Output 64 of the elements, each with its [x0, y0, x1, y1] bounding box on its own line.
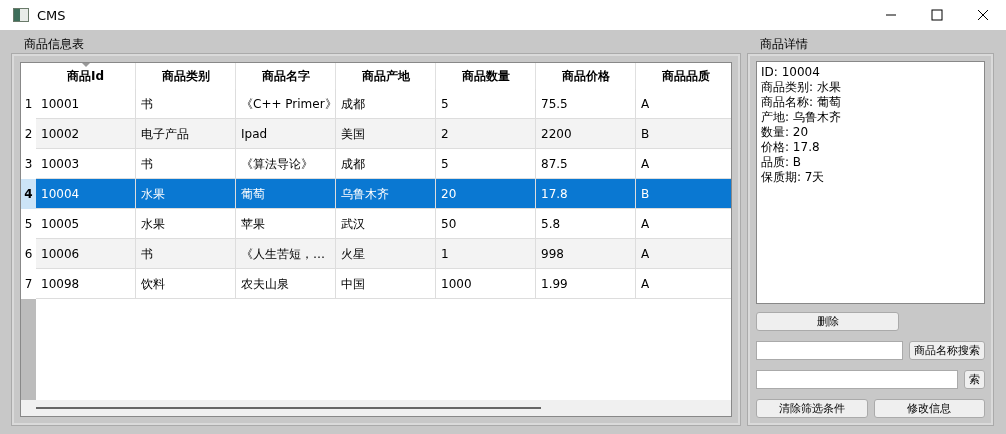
table-cell: 火星: [336, 239, 436, 269]
column-header[interactable]: 商品品质: [636, 63, 731, 89]
table-cell: 电子产品: [136, 119, 236, 149]
row-header[interactable]: 7: [21, 269, 36, 299]
row-header[interactable]: 1: [21, 89, 36, 119]
table-cell: 书: [136, 239, 236, 269]
table-cell: 10006: [36, 239, 136, 269]
table-cell: B: [636, 119, 731, 149]
column-header[interactable]: 商品价格: [536, 63, 636, 89]
row-header[interactable]: 5: [21, 209, 36, 239]
detail-line: 产地: 乌鲁木齐: [761, 110, 842, 125]
app-icon: [13, 8, 29, 22]
table-cell: 《人生苦短，…: [236, 239, 336, 269]
detail-line: 数量: 20: [761, 125, 810, 140]
table-cell: 10098: [36, 269, 136, 299]
table-cell: 17.8: [536, 179, 636, 209]
delete-button[interactable]: 删除: [756, 312, 899, 331]
table-cell: 乌鲁木齐: [336, 179, 436, 209]
table-cell: 2: [436, 119, 536, 149]
search-button[interactable]: 索: [964, 370, 985, 389]
detail-line: 商品名称: 葡萄: [761, 95, 842, 110]
table-cell: 998: [536, 239, 636, 269]
detail-line: 保质期: 7天: [761, 170, 826, 185]
detail-text-area[interactable]: ID: 10004 商品类别: 水果 商品名称: 葡萄 产地: 乌鲁木齐 数量: 20 价格: 17.8 品质: B 保质期: 7天: [756, 61, 985, 304]
table-cell: 2200: [536, 119, 636, 149]
window-title: CMS: [37, 7, 66, 23]
column-header[interactable]: 商品Id: [36, 63, 136, 89]
table-cell: 1.99: [536, 269, 636, 299]
row-header[interactable]: 4: [21, 179, 36, 209]
table-cell: 10002: [36, 119, 136, 149]
row-header[interactable]: 6: [21, 239, 36, 269]
group-title: 商品信息表: [23, 36, 85, 52]
search-field[interactable]: [756, 370, 958, 389]
table-cell: 葡萄: [236, 179, 336, 209]
detail-line: 价格: 17.8: [761, 140, 821, 155]
table-cell: A: [636, 269, 731, 299]
detail-line: 品质: B: [761, 155, 803, 170]
detail-line: 商品类别: 水果: [761, 80, 842, 95]
column-header[interactable]: 商品名字: [236, 63, 336, 89]
table-cell: 饮料: [136, 269, 236, 299]
table-cell: A: [636, 239, 731, 269]
table-cell: 美国: [336, 119, 436, 149]
table-cell: 农夫山泉: [236, 269, 336, 299]
table-cell: 20: [436, 179, 536, 209]
table-cell: 中国: [336, 269, 436, 299]
table-cell: B: [636, 179, 731, 209]
action-button[interactable]: 清除筛选条件: [756, 399, 868, 418]
column-header[interactable]: 商品类别: [136, 63, 236, 89]
column-header[interactable]: 商品数量: [436, 63, 536, 89]
table-cell: 10004: [36, 179, 136, 209]
search-field[interactable]: [756, 341, 903, 360]
row-header[interactable]: 3: [21, 149, 36, 179]
horizontal-scrollbar[interactable]: [21, 400, 731, 416]
detail-line: ID: 10004: [761, 65, 821, 80]
table-cell: 1000: [436, 269, 536, 299]
column-header[interactable]: 商品产地: [336, 63, 436, 89]
table-cell: Ipad: [236, 119, 336, 149]
search-button[interactable]: 商品名称搜索: [909, 341, 985, 360]
sort-indicator-icon: [82, 63, 90, 67]
table-cell: 水果: [136, 179, 236, 209]
group-title: 商品详情: [759, 36, 809, 52]
table-cell: 1: [436, 239, 536, 269]
row-header[interactable]: 2: [21, 119, 36, 149]
action-button[interactable]: 修改信息: [873, 399, 985, 418]
